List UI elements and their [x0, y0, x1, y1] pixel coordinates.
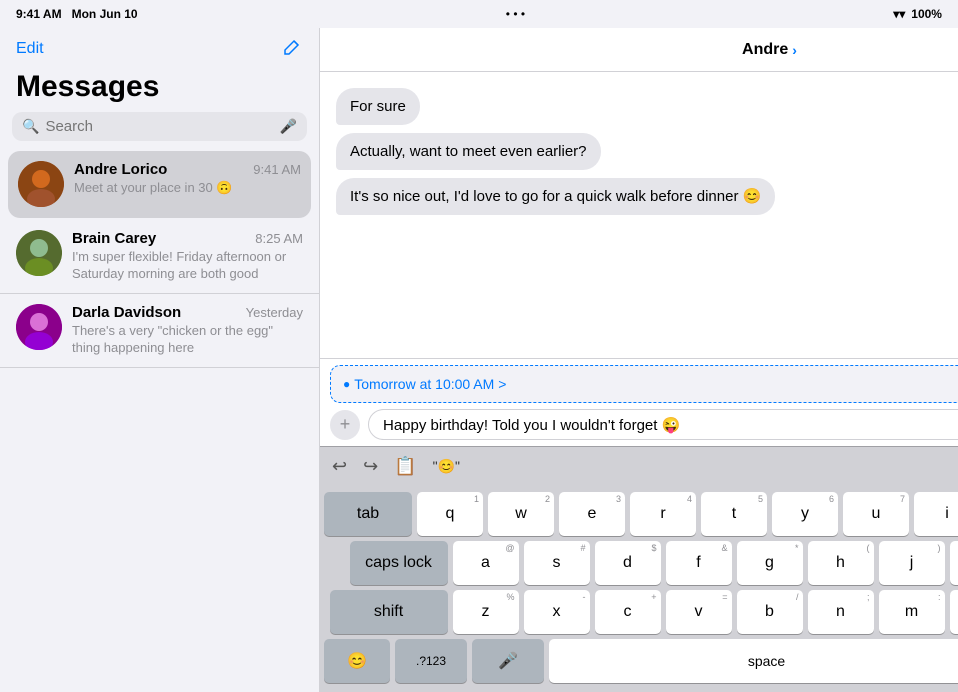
key-g[interactable]: *g [737, 541, 803, 585]
mic-icon: 🎤 [280, 118, 297, 135]
status-center: • • • [506, 7, 525, 21]
key-comma[interactable]: !, [950, 590, 958, 634]
conv-info-darla: Darla Davidson Yesterday There's a very … [72, 304, 303, 357]
num-key-left[interactable]: .?123 [395, 639, 467, 683]
key-k[interactable]: 'k [950, 541, 958, 585]
key-i[interactable]: 8i [914, 492, 958, 536]
redo-button[interactable]: ↪ [363, 456, 378, 477]
avatar-brain [16, 230, 62, 276]
status-bar: 9:41 AM Mon Jun 10 • • • ▾▾ 100% [0, 0, 958, 28]
key-r[interactable]: 4r [630, 492, 696, 536]
edit-button[interactable]: Edit [16, 40, 44, 58]
key-v[interactable]: =v [666, 590, 732, 634]
chat-header: Andre › [320, 28, 958, 72]
sidebar: Edit Messages 🔍 🎤 Andre Lo [0, 28, 320, 692]
key-u[interactable]: 7u [843, 492, 909, 536]
keyboard-row-3: shift %z -x +c =v /b ;n :m !, ?. shift [324, 590, 958, 634]
search-icon: 🔍 [22, 118, 39, 135]
capslock-key[interactable]: caps lock [350, 541, 448, 585]
conv-time-darla: Yesterday [246, 305, 303, 320]
wifi-icon: ▾▾ [893, 7, 905, 21]
key-y[interactable]: 6y [772, 492, 838, 536]
scheduled-banner[interactable]: ● Tomorrow at 10:00 AM > ✕ [330, 365, 958, 403]
delivered-label: Delivered [336, 309, 958, 323]
key-f[interactable]: &f [666, 541, 732, 585]
key-m[interactable]: :m [879, 590, 945, 634]
status-time: 9:41 AM Mon Jun 10 [16, 7, 138, 21]
tab-key[interactable]: tab [324, 492, 412, 536]
left-shift-key[interactable]: shift [330, 590, 448, 634]
keyboard: tab 1q 2w 3e 4r 5t 6y 7u 8i 9o 0p delete… [320, 486, 958, 692]
avatar-darla [16, 304, 62, 350]
conversation-item-brain[interactable]: Brain Carey 8:25 AM I'm super flexible! … [0, 220, 319, 294]
key-j[interactable]: )j [879, 541, 945, 585]
message-row: Meet at your place in 30 🙃 [336, 268, 958, 305]
conv-preview-andre: Meet at your place in 30 🙃 [74, 180, 301, 197]
keyboard-toolbar: ↩ ↪ 📋 "😊" A≡ [320, 446, 958, 486]
message-row: I'm down! [336, 223, 958, 260]
keyboard-row-4: 😊 .?123 🎤 space .?123 ✍ ⌨ [324, 639, 958, 683]
key-n[interactable]: ;n [808, 590, 874, 634]
conv-name-andre: Andre Lorico [74, 161, 167, 178]
message-input-row: + ↑ [330, 409, 958, 440]
clipboard-button[interactable]: 📋 [394, 456, 416, 477]
conv-name-brain: Brain Carey [72, 230, 156, 247]
dictation-key[interactable]: 🎤 [472, 639, 544, 683]
conv-info-brain: Brain Carey 8:25 AM I'm super flexible! … [72, 230, 303, 283]
emoji-key[interactable]: 😊 [324, 639, 390, 683]
key-t[interactable]: 5t [701, 492, 767, 536]
bubble-incoming: Actually, want to meet even earlier? [336, 133, 601, 170]
input-area: ● Tomorrow at 10:00 AM > ✕ + ↑ [320, 358, 958, 446]
keyboard-row-2: caps lock @a #s $d &f *g (h )j 'k "l ret… [324, 541, 958, 585]
message-row: It's so nice out, I'd love to go for a q… [336, 178, 958, 215]
sidebar-title: Messages [0, 68, 319, 112]
key-b[interactable]: /b [737, 590, 803, 634]
key-e[interactable]: 3e [559, 492, 625, 536]
conv-time-brain: 8:25 AM [255, 231, 303, 246]
app-container: Edit Messages 🔍 🎤 Andre Lo [0, 28, 958, 692]
conv-preview-brain: I'm super flexible! Friday afternoon or … [72, 249, 303, 283]
key-a[interactable]: @a [453, 541, 519, 585]
conv-name-darla: Darla Davidson [72, 304, 181, 321]
conv-preview-darla: There's a very "chicken or the egg" thin… [72, 323, 303, 357]
message-row: For sure [336, 88, 958, 125]
conversation-item-andre[interactable]: Andre Lorico 9:41 AM Meet at your place … [8, 151, 311, 218]
key-q[interactable]: 1q [417, 492, 483, 536]
chevron-right-icon: › [792, 42, 797, 58]
key-c[interactable]: +c [595, 590, 661, 634]
key-w[interactable]: 2w [488, 492, 554, 536]
battery-icon: 100% [911, 7, 942, 21]
scheduled-text: ● Tomorrow at 10:00 AM > [343, 376, 506, 392]
key-z[interactable]: %z [453, 590, 519, 634]
conv-info-andre: Andre Lorico 9:41 AM Meet at your place … [74, 161, 301, 197]
compose-button[interactable] [281, 36, 303, 62]
undo-button[interactable]: ↩ [332, 456, 347, 477]
search-input[interactable] [45, 118, 273, 135]
message-input[interactable] [368, 409, 958, 440]
status-right: ▾▾ 100% [893, 7, 942, 21]
add-attachment-button[interactable]: + [330, 410, 360, 440]
message-row: Actually, want to meet even earlier? [336, 133, 958, 170]
conv-time-andre: 9:41 AM [253, 162, 301, 177]
conversation-list: Andre Lorico 9:41 AM Meet at your place … [0, 149, 319, 692]
search-bar[interactable]: 🔍 🎤 [12, 112, 307, 141]
key-h[interactable]: (h [808, 541, 874, 585]
emoji-picker-button[interactable]: "😊" [433, 458, 460, 475]
conversation-item-darla[interactable]: Darla Davidson Yesterday There's a very … [0, 294, 319, 368]
chat-header-title: Andre › [742, 41, 797, 59]
avatar-andre [18, 161, 64, 207]
key-s[interactable]: #s [524, 541, 590, 585]
keyboard-row-1: tab 1q 2w 3e 4r 5t 6y 7u 8i 9o 0p delete [324, 492, 958, 536]
space-key[interactable]: space [549, 639, 958, 683]
chat-area: Andre › For sure Actually, want to meet … [320, 28, 958, 692]
key-x[interactable]: -x [524, 590, 590, 634]
key-d[interactable]: $d [595, 541, 661, 585]
bubble-incoming: It's so nice out, I'd love to go for a q… [336, 178, 775, 215]
sidebar-header: Edit [0, 28, 319, 68]
bubble-incoming: For sure [336, 88, 420, 125]
messages-container[interactable]: For sure Actually, want to meet even ear… [320, 72, 958, 358]
